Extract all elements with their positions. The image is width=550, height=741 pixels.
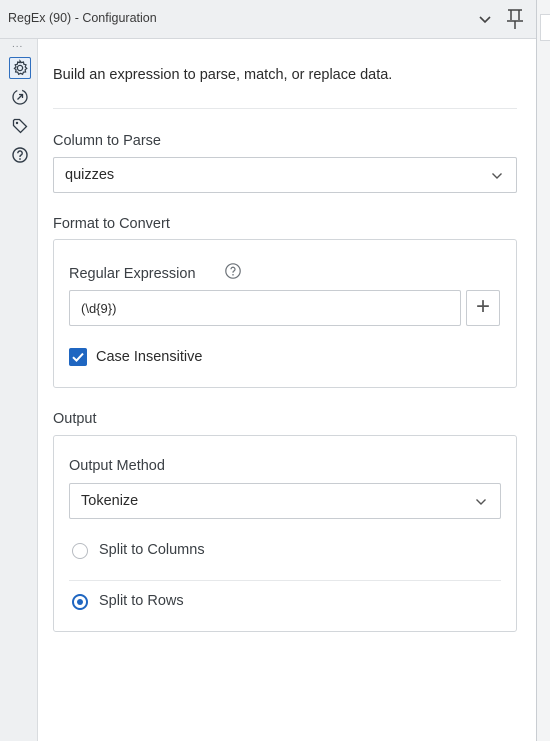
format-to-convert-label: Format to Convert bbox=[53, 216, 170, 232]
output-method-label: Output Method bbox=[69, 458, 165, 474]
regular-expression-value: (\d{9}) bbox=[81, 301, 117, 316]
configuration-gear-icon[interactable] bbox=[9, 57, 31, 79]
column-to-parse-value: quizzes bbox=[65, 167, 115, 183]
regular-expression-input[interactable]: (\d{9}) bbox=[69, 290, 461, 326]
annotation-icon[interactable] bbox=[9, 86, 31, 108]
divider bbox=[53, 108, 517, 109]
column-to-parse-label: Column to Parse bbox=[53, 133, 161, 149]
case-insensitive-label[interactable]: Case Insensitive bbox=[96, 349, 202, 365]
icon-rail: ... bbox=[0, 39, 38, 741]
case-insensitive-checkbox[interactable] bbox=[69, 348, 87, 366]
tag-icon[interactable] bbox=[9, 115, 31, 137]
chevron-down-icon bbox=[476, 499, 486, 505]
title-bar: RegEx (90) - Configuration bbox=[0, 0, 536, 39]
divider bbox=[69, 580, 501, 581]
pin-icon[interactable] bbox=[504, 7, 526, 31]
chevron-down-icon bbox=[492, 173, 502, 179]
split-to-rows-label[interactable]: Split to Rows bbox=[99, 593, 184, 609]
checkmark-icon bbox=[72, 352, 84, 363]
plus-icon: + bbox=[475, 293, 490, 320]
output-label: Output bbox=[53, 411, 97, 427]
tool-description: Build an expression to parse, match, or … bbox=[53, 67, 393, 83]
collapse-chevron-icon[interactable] bbox=[476, 11, 494, 29]
regex-help-icon[interactable] bbox=[224, 262, 242, 280]
split-to-columns-radio[interactable] bbox=[72, 543, 88, 559]
rail-overflow-dots[interactable]: ... bbox=[12, 39, 23, 50]
split-to-columns-label[interactable]: Split to Columns bbox=[99, 542, 205, 558]
window-title: RegEx (90) - Configuration bbox=[8, 11, 157, 25]
output-method-select[interactable]: Tokenize bbox=[69, 483, 501, 519]
regular-expression-label: Regular Expression bbox=[69, 266, 196, 282]
output-method-value: Tokenize bbox=[81, 493, 139, 509]
insert-token-button[interactable]: + bbox=[466, 290, 500, 326]
split-to-rows-radio[interactable] bbox=[72, 594, 88, 610]
output-group: Output Method Tokenize Split to Columns … bbox=[53, 435, 517, 632]
help-icon[interactable] bbox=[9, 144, 31, 166]
column-to-parse-select[interactable]: quizzes bbox=[53, 157, 517, 193]
canvas-edge-notch bbox=[540, 14, 550, 41]
configuration-panel: Build an expression to parse, match, or … bbox=[38, 39, 536, 741]
format-to-convert-group: Regular Expression (\d{9}) + Case Insens… bbox=[53, 239, 517, 388]
canvas-edge bbox=[536, 0, 550, 741]
